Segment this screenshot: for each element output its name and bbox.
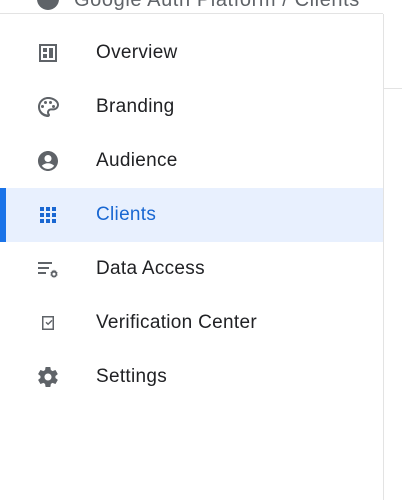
sidebar-item-clients[interactable]: Clients [0, 188, 383, 242]
sidebar-item-label: Settings [96, 366, 168, 387]
content-header-divider [384, 88, 402, 89]
palette-icon [36, 95, 60, 119]
sidebar-item-label: Branding [96, 96, 175, 117]
dashboard-icon [36, 41, 60, 65]
apps-grid-icon [36, 203, 60, 227]
account-circle-icon [36, 149, 60, 173]
breadcrumb[interactable]: Google Auth Platform / Clients [74, 0, 360, 12]
sidebar-item-label: Overview [96, 42, 178, 63]
sidebar-item-label: Audience [96, 150, 178, 171]
sidebar-item-label: Verification Center [96, 312, 257, 333]
sidebar-item-settings[interactable]: Settings [0, 350, 383, 404]
top-header: Google Auth Platform / Clients [0, 0, 383, 14]
sidebar-item-verification-center[interactable]: Verification Center [0, 296, 383, 350]
sidebar-item-data-access[interactable]: Data Access [0, 242, 383, 296]
sidebar-item-audience[interactable]: Audience [0, 134, 383, 188]
sidebar-item-label: Data Access [96, 258, 205, 279]
sidebar-nav: Overview Branding Audience Clients Data … [0, 26, 383, 404]
gear-icon [36, 365, 60, 389]
data-settings-icon [36, 257, 60, 281]
sidebar-divider [383, 14, 384, 500]
sidebar-item-branding[interactable]: Branding [0, 80, 383, 134]
sidebar-item-label: Clients [96, 204, 157, 225]
sidebar-item-overview[interactable]: Overview [0, 26, 383, 80]
checkbox-icon [36, 311, 60, 335]
project-icon[interactable] [37, 0, 59, 10]
